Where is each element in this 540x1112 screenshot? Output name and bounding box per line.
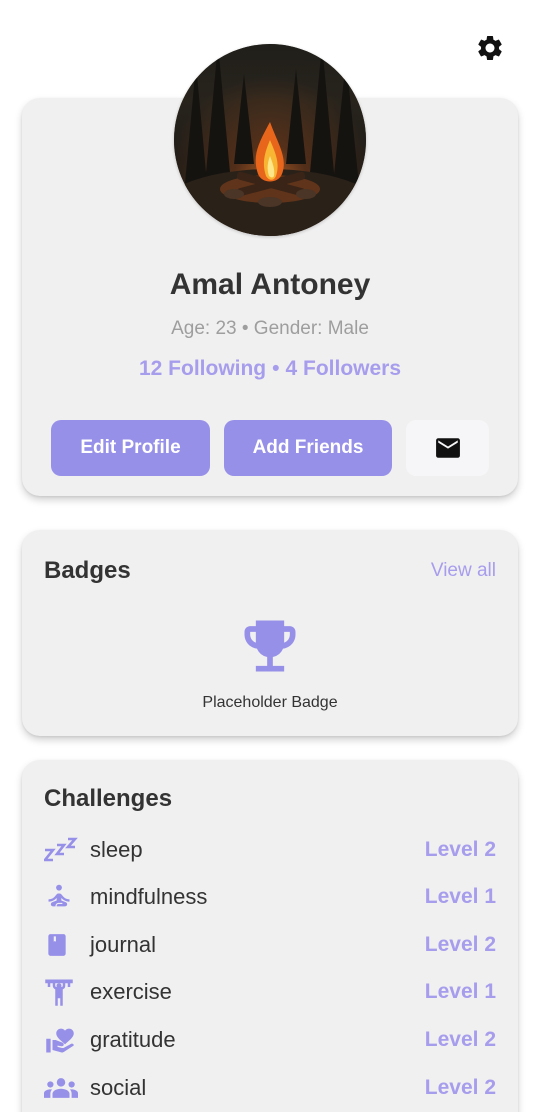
- edit-profile-button[interactable]: Edit Profile: [51, 420, 210, 476]
- book-icon: [44, 928, 78, 962]
- challenge-name: gratitude: [90, 1027, 176, 1052]
- badge-label: Placeholder Badge: [202, 694, 338, 711]
- challenge-name: social: [90, 1075, 147, 1100]
- weightlifting-icon: [44, 975, 78, 1009]
- add-friends-button[interactable]: Add Friends: [224, 420, 392, 476]
- gender-label: Gender: Male: [253, 318, 369, 339]
- view-all-badges-link[interactable]: View all: [431, 560, 496, 582]
- follow-stats: 12 Following • 4 Followers: [22, 357, 518, 381]
- challenge-name: mindfulness: [90, 884, 208, 909]
- challenge-name: sleep: [90, 837, 143, 862]
- profile-name: Amal Antoney: [169, 268, 371, 301]
- challenge-name: journal: [90, 932, 157, 957]
- profile-avatar[interactable]: [174, 44, 366, 236]
- trophy-icon[interactable]: [236, 612, 304, 680]
- challenge-level: Level 1: [424, 885, 496, 908]
- badges-card: Badges View all Placeholder Badge: [22, 530, 518, 736]
- profile-screen: Amal Antoney Age: 23 • Gender: Male 12 F…: [0, 0, 540, 1112]
- profile-meta: Age: 23 • Gender: Male: [22, 318, 518, 340]
- sleep-zzz-icon: [44, 833, 78, 867]
- meta-separator: •: [241, 318, 249, 339]
- challenge-name: exercise: [90, 979, 172, 1004]
- challenges-card: Challenges sleep Level 2 mindfulness Lev…: [22, 760, 518, 1112]
- challenge-level: Level 2: [424, 1076, 496, 1099]
- challenges-title: Challenges: [44, 785, 173, 812]
- challenge-level: Level 2: [424, 838, 496, 861]
- challenge-level: Level 2: [424, 933, 496, 956]
- meditation-icon: [44, 880, 78, 914]
- follow-separator: •: [272, 357, 280, 380]
- campfire-avatar-image: [174, 44, 366, 236]
- age-label: Age: 23: [171, 318, 237, 339]
- challenge-level: Level 1: [424, 980, 496, 1003]
- challenge-row-sleep[interactable]: sleep Level 2: [44, 830, 496, 870]
- badges-title: Badges: [44, 557, 131, 584]
- following-count[interactable]: 12 Following: [139, 357, 266, 380]
- challenge-row-mindfulness[interactable]: mindfulness Level 1: [44, 877, 496, 917]
- settings-gear-icon[interactable]: [472, 30, 508, 66]
- followers-count[interactable]: 4 Followers: [286, 357, 402, 380]
- group-icon: [44, 1071, 78, 1105]
- mail-icon: [435, 438, 460, 458]
- challenge-row-social[interactable]: social Level 2: [44, 1068, 496, 1108]
- challenge-row-journal[interactable]: journal Level 2: [44, 925, 496, 965]
- heart-hand-icon: [44, 1023, 78, 1057]
- message-button[interactable]: [406, 420, 489, 476]
- challenge-row-gratitude[interactable]: gratitude Level 2: [44, 1020, 496, 1060]
- challenge-level: Level 2: [424, 1028, 496, 1051]
- challenge-row-exercise[interactable]: exercise Level 1: [44, 972, 496, 1012]
